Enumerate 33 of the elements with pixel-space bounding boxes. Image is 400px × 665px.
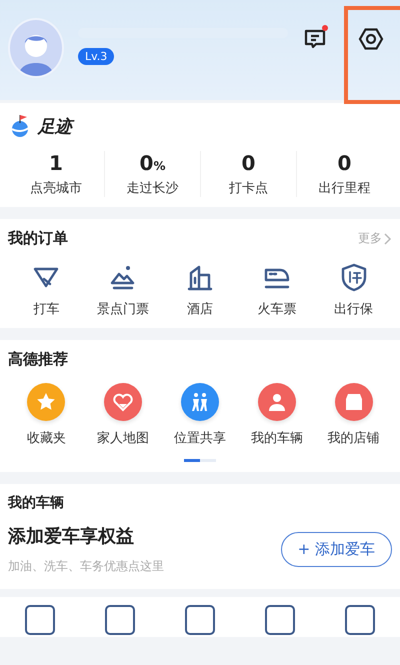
vehicle-subtitle: 加油、洗车、车务优惠点这里 (8, 558, 164, 575)
heart-icon (112, 391, 134, 413)
stat-label: 点亮城市 (30, 180, 82, 197)
section-title: 我的车辆 (8, 494, 65, 512)
add-car-button[interactable]: + 添加爱车 (280, 532, 392, 567)
stat-label: 走过长沙 (126, 180, 178, 197)
stat-value: 0 (338, 151, 352, 175)
order-label[interactable]: 酒店 (186, 300, 213, 318)
feature-label[interactable]: 收藏夹 (26, 429, 66, 447)
unread-dot (322, 25, 328, 31)
order-label[interactable]: 出行保 (334, 300, 374, 318)
order-label[interactable]: 火车票 (257, 300, 296, 318)
feature-icon-circle[interactable] (180, 383, 219, 421)
feature-icon-circle[interactable] (334, 383, 373, 421)
order-label[interactable]: 景点门票 (97, 300, 150, 318)
stat-value: 0 (242, 151, 256, 175)
section-title: 我的订单 (8, 229, 68, 248)
stat-label: 出行里程 (318, 180, 370, 197)
stat-label: 打卡点 (229, 180, 268, 197)
feature-label[interactable]: 家人地图 (97, 429, 150, 447)
vehicle-headline: 添加爱车享权益 (8, 525, 135, 548)
stat-value: 0% (140, 151, 166, 175)
chevron-right-icon (384, 232, 392, 244)
feature-label[interactable]: 位置共享 (174, 429, 226, 447)
stat-value: 1 (49, 151, 63, 175)
feature-label[interactable]: 我的店铺 (328, 429, 380, 447)
footprint-title: 足迹 (38, 114, 72, 138)
order-label[interactable]: 打车 (33, 300, 60, 318)
section-title: 高德推荐 (8, 350, 69, 369)
level-badge: Lv.3 (78, 48, 114, 64)
feature-icon-circle[interactable] (104, 383, 142, 421)
feature-label[interactable]: 我的车辆 (250, 429, 303, 447)
feature-icon-circle[interactable] (258, 383, 296, 421)
